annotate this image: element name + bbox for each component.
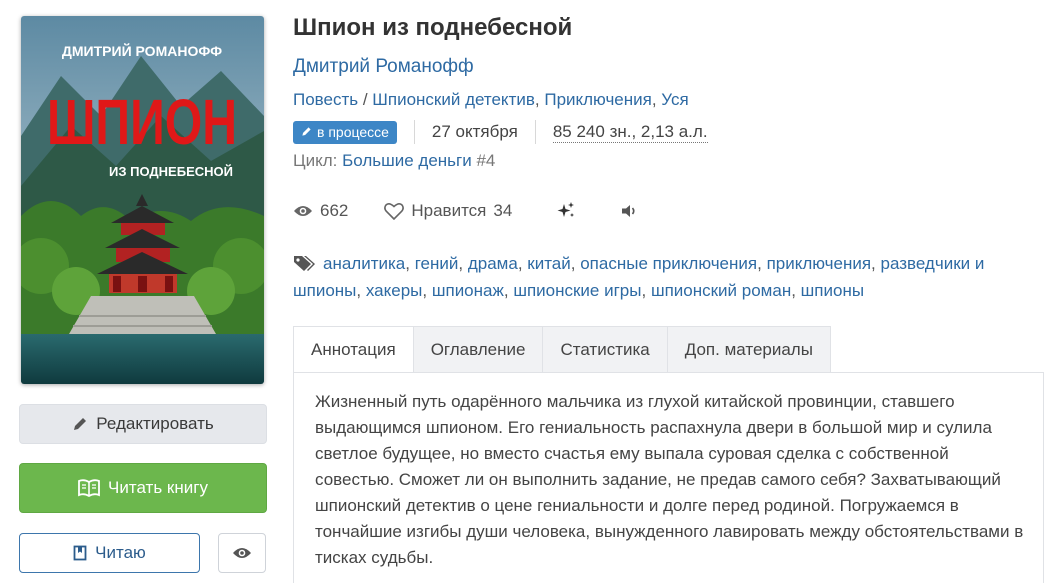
reading-button-label: Читаю [95,543,146,562]
tag-link[interactable]: гений [415,254,459,273]
genre-link[interactable]: Уся [661,90,688,109]
tag-link[interactable]: приключения [767,254,871,273]
tag-separator: , [517,254,528,273]
tab-bar: Аннотация Оглавление Статистика Доп. мат… [293,326,831,373]
audio-button[interactable] [620,203,640,219]
book-size[interactable]: 85 240 зн., 2,13 а.л. [552,122,708,143]
pencil-icon [302,127,311,136]
status-badge-label: в процессе [317,123,389,140]
cycle-label: Цикл: [293,151,338,170]
book-cover[interactable]: ДМИТРИЙ РОМАНОФФ ШПИОН ИЗ ПОДНЕБЕСНОЙ [21,16,264,384]
heart-icon [384,203,405,220]
like-button[interactable]: Нравится 34 [384,201,512,221]
tab-extra-materials[interactable]: Доп. материалы [667,326,831,373]
genre-link[interactable]: Приключения [544,90,652,109]
tags-icon [294,256,315,271]
tag-separator: , [871,254,881,273]
eye-icon [294,206,312,216]
speaker-icon [622,205,635,217]
genre-separator: , [534,90,545,109]
tag-link[interactable]: хакеры [366,281,423,300]
author-link[interactable]: Дмитрий Романофф [293,56,474,78]
annotation-panel: Жизненный путь одарённого мальчика из гл… [293,372,1044,583]
tag-separator: , [503,281,514,300]
cycle-number: #4 [476,151,496,170]
ai-button[interactable] [556,201,576,221]
tag-separator: , [641,281,651,300]
read-book-button-label: Читать книгу [108,478,208,497]
genre-separator: / [358,90,373,109]
tab-statistics[interactable]: Статистика [543,326,668,373]
tag-separator: , [570,254,581,273]
book-meta-row: в процессе 27 октября 85 240 зн., 2,13 а… [293,119,708,145]
annotation-text: Жизненный путь одарённого мальчика из гл… [315,392,1024,567]
open-book-icon [78,479,100,497]
eye-icon [233,548,251,558]
tag-items: аналитика, гений, драма, китай, опасные … [293,254,984,300]
tab-contents[interactable]: Оглавление [413,326,544,373]
views-count: 662 [320,201,349,220]
tag-separator: , [791,281,801,300]
tag-link[interactable]: китай [527,254,570,273]
book-title: Шпион из поднебесной [293,14,573,41]
edit-button[interactable]: Редактировать [19,404,267,444]
cycle-link[interactable]: Большие деньги [342,151,472,170]
divider [534,120,536,144]
tag-link[interactable]: драма [468,254,518,273]
tag-link[interactable]: шпионы [801,281,864,300]
tag-separator: , [422,281,432,300]
cover-subtitle-text: ИЗ ПОДНЕБЕСНОЙ [109,164,233,179]
tag-link[interactable]: шпионские игры [513,281,641,300]
edit-button-label: Редактировать [96,414,214,433]
genre-list: Повесть / Шпионский детектив, Приключени… [293,90,689,110]
genre-link[interactable]: Шпионский детектив [372,90,535,109]
tag-list: аналитика, гений, драма, китай, опасные … [293,250,1033,304]
sparkles-icon [557,202,575,217]
pencil-icon [74,418,87,430]
read-book-button[interactable]: Читать книгу [19,463,267,513]
bookmark-book-icon [73,545,87,561]
tag-link[interactable]: опасные приключения [580,254,757,273]
tag-link[interactable]: шпионский роман [651,281,791,300]
tag-separator: , [405,254,415,273]
tag-link[interactable]: аналитика [323,254,405,273]
divider [413,120,415,144]
tab-annotation[interactable]: Аннотация [293,326,414,373]
stats-row: 662 Нравится 34 [293,200,640,222]
views-stat: 662 [293,201,348,221]
tag-separator: , [356,281,366,300]
tag-link[interactable]: шпионаж [432,281,504,300]
update-date: 27 октября [431,122,518,141]
genre-link[interactable]: Повесть [293,90,358,109]
book-cover-art: ДМИТРИЙ РОМАНОФФ ШПИОН ИЗ ПОДНЕБЕСНОЙ [21,16,264,384]
likes-label: Нравится [411,201,487,220]
genre-separator: , [651,90,662,109]
cover-title-text: ШПИОН [47,86,237,158]
tag-separator: , [458,254,468,273]
cycle-info: Цикл: Большие деньги #4 [293,151,495,171]
cover-author-text: ДМИТРИЙ РОМАНОФФ [62,42,222,59]
likes-count: 34 [493,201,513,220]
reading-button[interactable]: Читаю [19,533,200,573]
watch-button[interactable] [218,533,266,573]
status-badge: в процессе [293,120,397,144]
tag-separator: , [757,254,767,273]
